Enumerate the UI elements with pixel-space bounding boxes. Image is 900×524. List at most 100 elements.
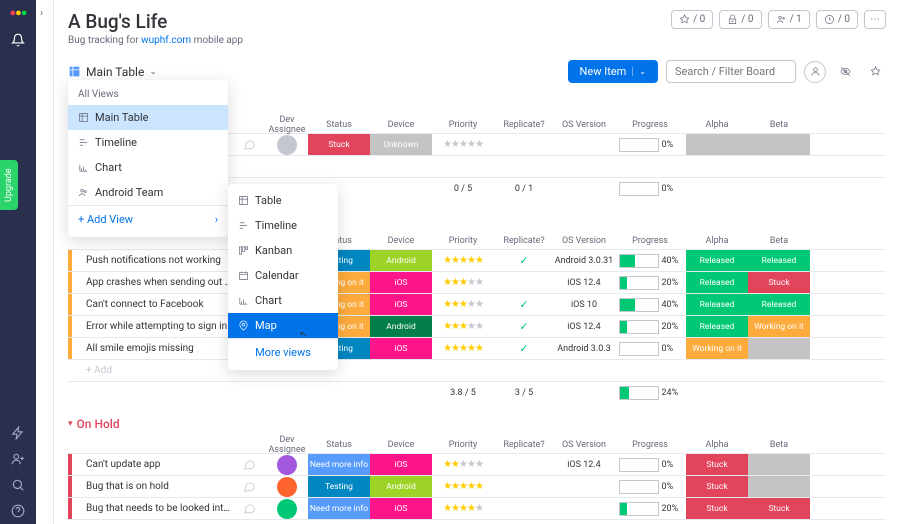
view-type-option[interactable]: Chart — [228, 288, 338, 313]
view-option[interactable]: Android Team — [68, 180, 228, 205]
chat-icon[interactable] — [232, 502, 266, 515]
alpha-cell[interactable]: Stuck — [686, 454, 748, 475]
pin-icon[interactable] — [864, 61, 886, 83]
os-version-cell[interactable]: Android 3.0.31 — [554, 256, 614, 266]
item-name[interactable]: App crashes when sending out a tweet — [82, 277, 232, 288]
expand-sidebar-icon[interactable]: › — [40, 8, 43, 19]
group-title[interactable]: ▾On Hold — [68, 417, 886, 431]
view-option[interactable]: Timeline — [68, 130, 228, 155]
item-name[interactable]: Can't update app — [82, 459, 232, 470]
add-view-button[interactable]: + Add View› — [68, 205, 228, 233]
item-name[interactable]: All smile emojis missing — [82, 343, 232, 354]
device-cell[interactable]: Android — [370, 316, 432, 337]
item-name[interactable]: Can't connect to Facebook — [82, 299, 232, 310]
header-pill[interactable]: / 0 — [719, 10, 761, 29]
progress-cell[interactable]: 0% — [614, 138, 686, 152]
column-header[interactable]: Status — [308, 440, 370, 450]
logo-icon[interactable]: ●●● — [10, 6, 27, 19]
column-header[interactable]: Beta — [748, 236, 810, 246]
device-cell[interactable]: iOS — [370, 498, 432, 519]
column-header[interactable]: Alpha — [686, 120, 748, 130]
view-selector[interactable]: Main Table ⌄ — [68, 65, 157, 79]
column-header[interactable]: Priority — [432, 440, 494, 450]
more-menu-icon[interactable]: ⋯ — [864, 10, 886, 29]
search-input[interactable] — [666, 60, 796, 83]
board-title[interactable]: A Bug's Life — [68, 10, 243, 33]
header-pill[interactable]: / 0 — [816, 10, 858, 29]
progress-cell[interactable]: 20% — [614, 502, 686, 516]
priority-cell[interactable]: ★★★★★ — [432, 503, 494, 514]
beta-cell[interactable]: Stuck — [748, 498, 810, 519]
person-filter-icon[interactable] — [804, 61, 826, 83]
column-header[interactable]: Alpha — [686, 236, 748, 246]
status-cell[interactable]: Stuck — [308, 134, 370, 155]
beta-cell[interactable]: Stuck — [748, 272, 810, 293]
replicate-cell[interactable]: ✓ — [494, 320, 554, 333]
view-option[interactable]: Main Table — [68, 105, 228, 130]
view-type-option[interactable]: Timeline — [228, 213, 338, 238]
priority-cell[interactable]: ★★★★★ — [432, 321, 494, 332]
device-cell[interactable]: Android — [370, 250, 432, 271]
beta-cell[interactable] — [748, 338, 810, 359]
column-header[interactable]: Status — [308, 120, 370, 130]
upgrade-button[interactable]: Upgrade — [0, 160, 18, 210]
os-version-cell[interactable]: iOS 12.4 — [554, 278, 614, 288]
os-version-cell[interactable]: iOS 12.4 — [554, 322, 614, 332]
invite-icon[interactable] — [11, 452, 25, 466]
view-type-option[interactable]: Table — [228, 188, 338, 213]
item-name[interactable]: Error while attempting to sign in — [82, 321, 232, 332]
column-header[interactable]: Dev Assignee — [266, 435, 308, 455]
priority-cell[interactable]: ★★★★★ — [432, 343, 494, 354]
assignee-cell[interactable] — [266, 499, 308, 519]
add-row-button[interactable]: + Add — [68, 359, 886, 381]
help-icon[interactable] — [11, 504, 25, 518]
item-name[interactable]: Push notifications not working — [82, 255, 232, 266]
alpha-cell[interactable]: Released — [686, 250, 748, 271]
column-header[interactable]: Device — [370, 440, 432, 450]
column-header[interactable]: OS Version — [554, 440, 614, 450]
alpha-cell[interactable]: Stuck — [686, 498, 748, 519]
device-cell[interactable]: iOS — [370, 454, 432, 475]
progress-cell[interactable]: 20% — [614, 276, 686, 290]
view-option[interactable]: Chart — [68, 155, 228, 180]
replicate-cell[interactable]: ✓ — [494, 342, 554, 355]
view-type-option[interactable]: Calendar — [228, 263, 338, 288]
alpha-cell[interactable]: Released — [686, 272, 748, 293]
add-row-button[interactable]: + Add — [68, 519, 886, 524]
column-header[interactable]: Alpha — [686, 440, 748, 450]
column-header[interactable]: Priority — [432, 236, 494, 246]
assignee-cell[interactable] — [266, 477, 308, 497]
priority-cell[interactable]: ★★★★★ — [432, 139, 494, 150]
os-version-cell[interactable]: iOS 12.4 — [554, 460, 614, 470]
progress-cell[interactable]: 40% — [614, 298, 686, 312]
column-header[interactable]: Progress — [614, 440, 686, 450]
beta-cell[interactable]: Working on it — [748, 316, 810, 337]
os-version-cell[interactable]: iOS 10 — [554, 300, 614, 310]
column-header[interactable]: OS Version — [554, 236, 614, 246]
column-header[interactable]: Replicate? — [494, 236, 554, 246]
column-header[interactable]: OS Version — [554, 120, 614, 130]
header-pill[interactable]: / 0 — [671, 10, 713, 29]
progress-cell[interactable]: 20% — [614, 320, 686, 334]
alpha-cell[interactable]: Released — [686, 294, 748, 315]
replicate-cell[interactable]: ✓ — [494, 254, 554, 267]
beta-cell[interactable]: Released — [748, 294, 810, 315]
notification-icon[interactable] — [11, 33, 25, 51]
alpha-cell[interactable]: Working on it — [686, 338, 748, 359]
column-header[interactable]: Beta — [748, 440, 810, 450]
item-name[interactable]: Bug that needs to be looked into more — [82, 503, 232, 514]
assignee-cell[interactable] — [266, 455, 308, 475]
beta-cell[interactable] — [748, 476, 810, 497]
subtitle-link[interactable]: wuphf.com — [141, 35, 191, 46]
column-header[interactable]: Dev Assignee — [266, 115, 308, 135]
progress-cell[interactable]: 40% — [614, 254, 686, 268]
chat-icon[interactable] — [232, 458, 266, 471]
assignee-cell[interactable] — [266, 135, 308, 155]
chevron-down-icon[interactable]: ⌄ — [632, 67, 646, 76]
bolt-icon[interactable] — [11, 426, 25, 440]
chat-icon[interactable] — [232, 138, 266, 151]
priority-cell[interactable]: ★★★★★ — [432, 459, 494, 470]
os-version-cell[interactable]: Android 3.0.3 — [554, 344, 614, 354]
view-type-option[interactable]: Map — [228, 313, 338, 338]
device-cell[interactable]: iOS — [370, 294, 432, 315]
